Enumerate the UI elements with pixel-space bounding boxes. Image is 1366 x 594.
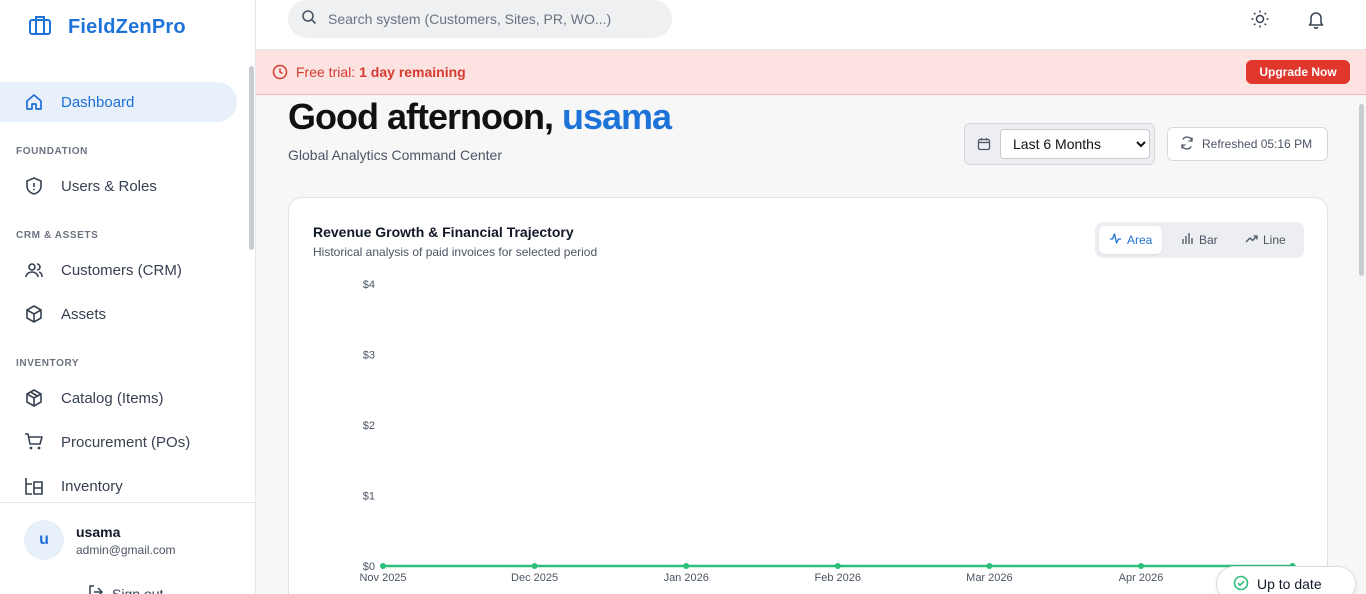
sidebar-item-label: Dashboard (61, 93, 135, 111)
trial-prefix: Free trial: (296, 64, 356, 80)
user-email: admin@gmail.com (76, 543, 176, 557)
bell-icon[interactable] (1305, 8, 1327, 30)
home-icon (24, 92, 44, 112)
greeting-user: usama (561, 96, 672, 137)
trial-remaining: 1 day remaining (359, 64, 466, 80)
x-tick-label: Jan 2026 (664, 572, 709, 584)
data-point (683, 563, 690, 569)
check-circle-icon (1233, 575, 1249, 594)
trial-banner: Free trial: 1 day remaining Upgrade Now (256, 50, 1366, 95)
brand[interactable]: FieldZenPro (28, 14, 186, 41)
user-name: usama (76, 524, 121, 540)
sidebar-item-procurement[interactable]: Procurement (POs) (0, 422, 248, 462)
sidebar-item-catalog[interactable]: Catalog (Items) (0, 378, 248, 418)
x-tick-label: Dec 2025 (511, 572, 558, 584)
sidebar-scrollbar[interactable] (249, 66, 254, 250)
sync-status-toast: Up to date (1216, 566, 1356, 594)
sidebar-nav: Dashboard FOUNDATION Users & Roles CRM &… (0, 82, 248, 510)
search-icon (301, 9, 317, 30)
search-input[interactable] (328, 11, 658, 27)
theme-toggle-sun-icon[interactable] (1249, 8, 1271, 30)
refresh-icon (1180, 135, 1194, 153)
refresh-button[interactable]: Refreshed 05:16 PM (1167, 127, 1328, 161)
y-tick-label: $2 (363, 420, 375, 432)
sign-out-icon (88, 584, 104, 594)
main-scrollbar[interactable] (1359, 104, 1364, 276)
trial-message: Free trial: 1 day remaining (296, 64, 466, 80)
x-tick-label: Feb 2026 (815, 572, 861, 584)
revenue-chart-card: Revenue Growth & Financial Trajectory Hi… (288, 197, 1328, 594)
x-tick-label: Nov 2025 (359, 572, 406, 584)
upgrade-now-button[interactable]: Upgrade Now (1246, 60, 1350, 84)
package-icon (24, 388, 44, 408)
greeting-text: Good afternoon, (288, 96, 554, 137)
sidebar-item-customers[interactable]: Customers (CRM) (0, 250, 248, 290)
data-point (834, 563, 841, 569)
sidebar-item-users-roles[interactable]: Users & Roles (0, 166, 248, 206)
cart-icon (24, 432, 44, 452)
data-point (380, 563, 386, 569)
briefcase-icon (28, 14, 52, 41)
topbar (256, 0, 1366, 50)
page-title: Good afternoon, usama (288, 96, 672, 138)
user-profile: u usama admin@gmail.com Sign out (0, 502, 255, 594)
data-point (986, 563, 993, 569)
data-point (1138, 563, 1144, 569)
sidebar-item-label: Customers (CRM) (61, 261, 182, 279)
sidebar-item-label: Assets (61, 305, 107, 323)
x-tick-label: Apr 2026 (1119, 572, 1164, 584)
sidebar-item-assets[interactable]: Assets (0, 294, 248, 334)
x-tick-label: Mar 2026 (966, 572, 1012, 584)
y-tick-label: $4 (363, 279, 375, 291)
sidebar-item-inventory[interactable]: Inventory (0, 466, 248, 506)
sidebar-item-label: Procurement (POs) (61, 433, 191, 451)
refreshed-time: Refreshed 05:16 PM (1202, 137, 1313, 151)
sidebar: FieldZenPro Dashboard FOUNDATION Users &… (0, 0, 256, 594)
brand-name: FieldZenPro (68, 16, 186, 38)
avatar[interactable]: u (24, 520, 64, 560)
date-range-select[interactable]: Last 6 Months (1000, 129, 1150, 159)
y-tick-label: $3 (363, 350, 375, 362)
box-icon (24, 304, 44, 324)
date-range-picker: Last 6 Months (964, 123, 1155, 165)
sidebar-item-label: Users & Roles (61, 177, 157, 195)
search-bar[interactable] (288, 0, 672, 38)
data-point (531, 563, 538, 569)
sign-out-label: Sign out (112, 585, 164, 594)
nav-section-inventory: INVENTORY (16, 358, 80, 369)
warehouse-icon (24, 476, 44, 496)
shield-icon (24, 176, 44, 196)
page-subtitle: Global Analytics Command Center (288, 147, 502, 163)
sync-status-text: Up to date (1257, 576, 1322, 592)
revenue-area-chart: $0$1$2$3$4Nov 2025 Dec 2025 Jan 2026 Feb 20… (359, 279, 1296, 584)
nav-section-foundation: FOUNDATION (16, 146, 88, 157)
sign-out-button[interactable]: Sign out (88, 584, 163, 594)
clock-icon (272, 64, 288, 85)
nav-section-crm-assets: CRM & ASSETS (16, 230, 99, 241)
sidebar-item-dashboard[interactable]: Dashboard (0, 82, 237, 122)
y-tick-label: $1 (363, 491, 375, 503)
sidebar-item-label: Inventory (61, 477, 123, 495)
users-icon (24, 260, 44, 280)
sidebar-item-label: Catalog (Items) (61, 389, 164, 407)
calendar-icon (977, 137, 991, 156)
